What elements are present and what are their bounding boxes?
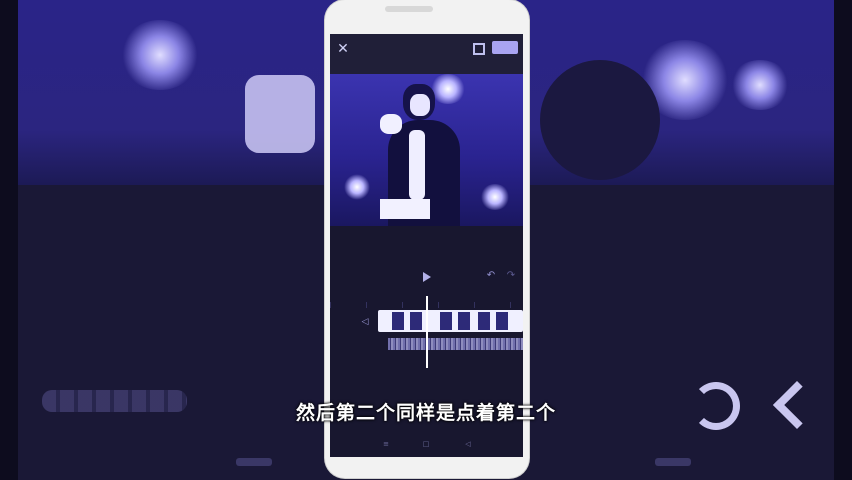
background-nav-blur bbox=[655, 458, 691, 466]
close-icon[interactable]: ✕ bbox=[336, 42, 350, 56]
home-nav-icon[interactable]: □ bbox=[422, 440, 430, 448]
redo-icon[interactable]: ↷ bbox=[506, 271, 516, 281]
singer-hand-with-mic bbox=[380, 114, 402, 134]
editor-top-bar: ✕ bbox=[330, 34, 523, 74]
time-readout bbox=[336, 273, 370, 283]
background-blur-shape bbox=[245, 75, 315, 153]
play-icon[interactable] bbox=[423, 272, 431, 282]
singer-face bbox=[410, 94, 430, 116]
video-editor-screen: ✕ ↶ ↷ ◁ ≡ □ ◁ bbox=[330, 34, 523, 457]
system-nav-bar: ≡ □ ◁ bbox=[330, 432, 523, 457]
phone-speaker bbox=[385, 6, 433, 12]
clip-thumbnail bbox=[478, 312, 490, 330]
stage-light bbox=[480, 184, 510, 210]
background-light bbox=[120, 20, 200, 90]
playhead[interactable] bbox=[426, 296, 428, 368]
video-preview[interactable] bbox=[330, 74, 523, 226]
mute-icon[interactable]: ◁ bbox=[360, 317, 370, 327]
timeline[interactable]: ◁ bbox=[330, 296, 523, 376]
audio-waveform-track[interactable] bbox=[388, 338, 523, 350]
video-clip-track[interactable] bbox=[378, 310, 523, 332]
fullscreen-icon[interactable] bbox=[473, 43, 485, 55]
clip-thumbnail bbox=[496, 312, 508, 330]
background-light bbox=[730, 60, 790, 110]
clip-thumbnail bbox=[440, 312, 452, 330]
playback-controls: ↶ ↷ bbox=[330, 264, 523, 294]
clip-thumbnail bbox=[392, 312, 404, 330]
stage-light bbox=[430, 74, 466, 104]
back-nav-icon[interactable]: ◁ bbox=[464, 440, 472, 448]
menu-nav-icon[interactable]: ≡ bbox=[382, 440, 390, 448]
background-nav-blur bbox=[236, 458, 272, 466]
undo-icon[interactable]: ↶ bbox=[486, 271, 496, 281]
singer-shirt bbox=[409, 130, 425, 200]
background-blur-shape bbox=[540, 60, 660, 180]
clip-thumbnail bbox=[410, 312, 422, 330]
export-button[interactable] bbox=[492, 41, 518, 54]
clip-thumbnail bbox=[458, 312, 470, 330]
video-subtitle: 然后第二个同样是点着第二个 bbox=[295, 402, 556, 424]
stage-light bbox=[344, 174, 370, 200]
stage-floor bbox=[380, 199, 430, 219]
